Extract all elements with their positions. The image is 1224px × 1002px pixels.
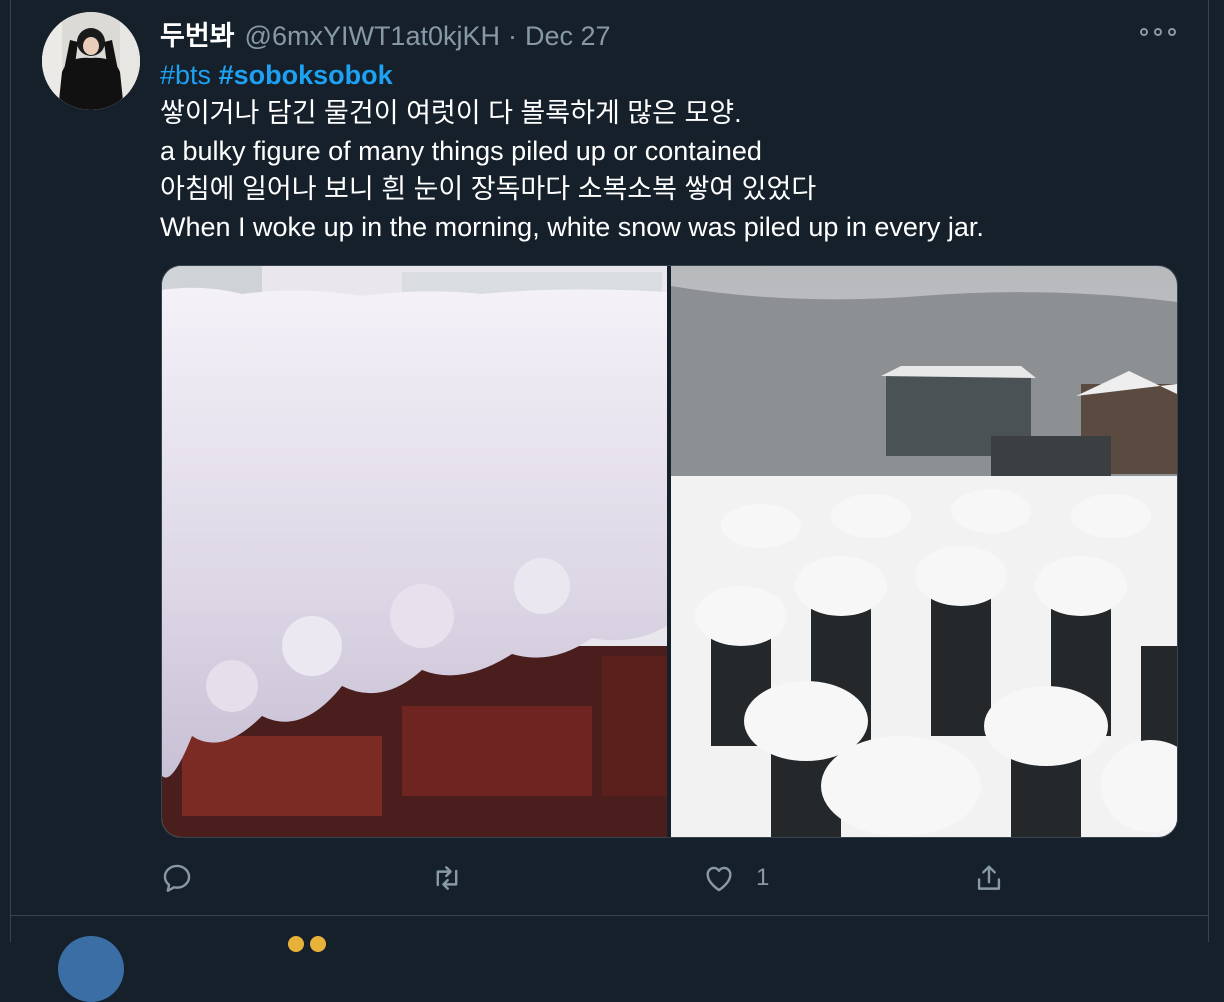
next-tweet-emoji <box>288 936 334 952</box>
tweet-actions: 1 <box>0 856 1224 900</box>
hashtag-link[interactable]: #soboksobok <box>219 60 393 90</box>
heart-icon <box>706 866 732 892</box>
like-button[interactable]: 1 <box>702 856 769 900</box>
snow-on-brick-wall-photo[interactable] <box>162 266 667 837</box>
reply-button[interactable] <box>160 856 194 900</box>
snow-covered-jars-photo[interactable] <box>671 266 1177 837</box>
timeline-border-right <box>1208 0 1209 942</box>
tweet-text: #bts #soboksobok 쌓이거나 담긴 물건이 여럿이 다 볼록하게 … <box>160 56 984 246</box>
tweet-text-line: a bulky figure of many things piled up o… <box>160 136 762 166</box>
more-dot-icon <box>1140 28 1148 36</box>
timeline-border-left <box>10 0 11 942</box>
display-name[interactable]: 두번봐 <box>160 14 235 53</box>
like-count: 1 <box>756 864 770 891</box>
next-tweet-avatar[interactable] <box>58 936 124 1002</box>
retweet-icon <box>436 866 458 890</box>
hashtag-link[interactable]: #bts <box>160 60 211 90</box>
retweet-button[interactable] <box>430 856 464 900</box>
tweet-text-line: 쌓이거나 담긴 물건이 여럿이 다 볼록하게 많은 모양. <box>160 98 742 128</box>
tweet-date[interactable]: Dec 27 <box>525 21 611 52</box>
tweet-media <box>161 265 1178 838</box>
tweet-text-line: 아침에 일어나 보니 흰 눈이 장독마다 소복소복 쌓여 있었다 <box>160 174 817 204</box>
tweet-header: 두번봐 @6mxYIWT1at0kjKH · Dec 27 <box>160 14 611 53</box>
avatar[interactable] <box>42 12 140 110</box>
more-dot-icon <box>1154 28 1162 36</box>
hashtag-line: #bts #soboksobok <box>160 56 984 94</box>
share-icon <box>977 865 1001 890</box>
reply-icon <box>163 864 191 892</box>
user-handle[interactable]: @6mxYIWT1at0kjKH <box>245 21 500 52</box>
share-button[interactable] <box>972 856 1006 900</box>
tweet-divider <box>10 915 1209 916</box>
more-options-button[interactable] <box>1140 20 1176 44</box>
more-dot-icon <box>1168 28 1176 36</box>
tweet-text-line: When I woke up in the morning, white sno… <box>160 212 984 242</box>
header-separator: · <box>508 21 517 51</box>
